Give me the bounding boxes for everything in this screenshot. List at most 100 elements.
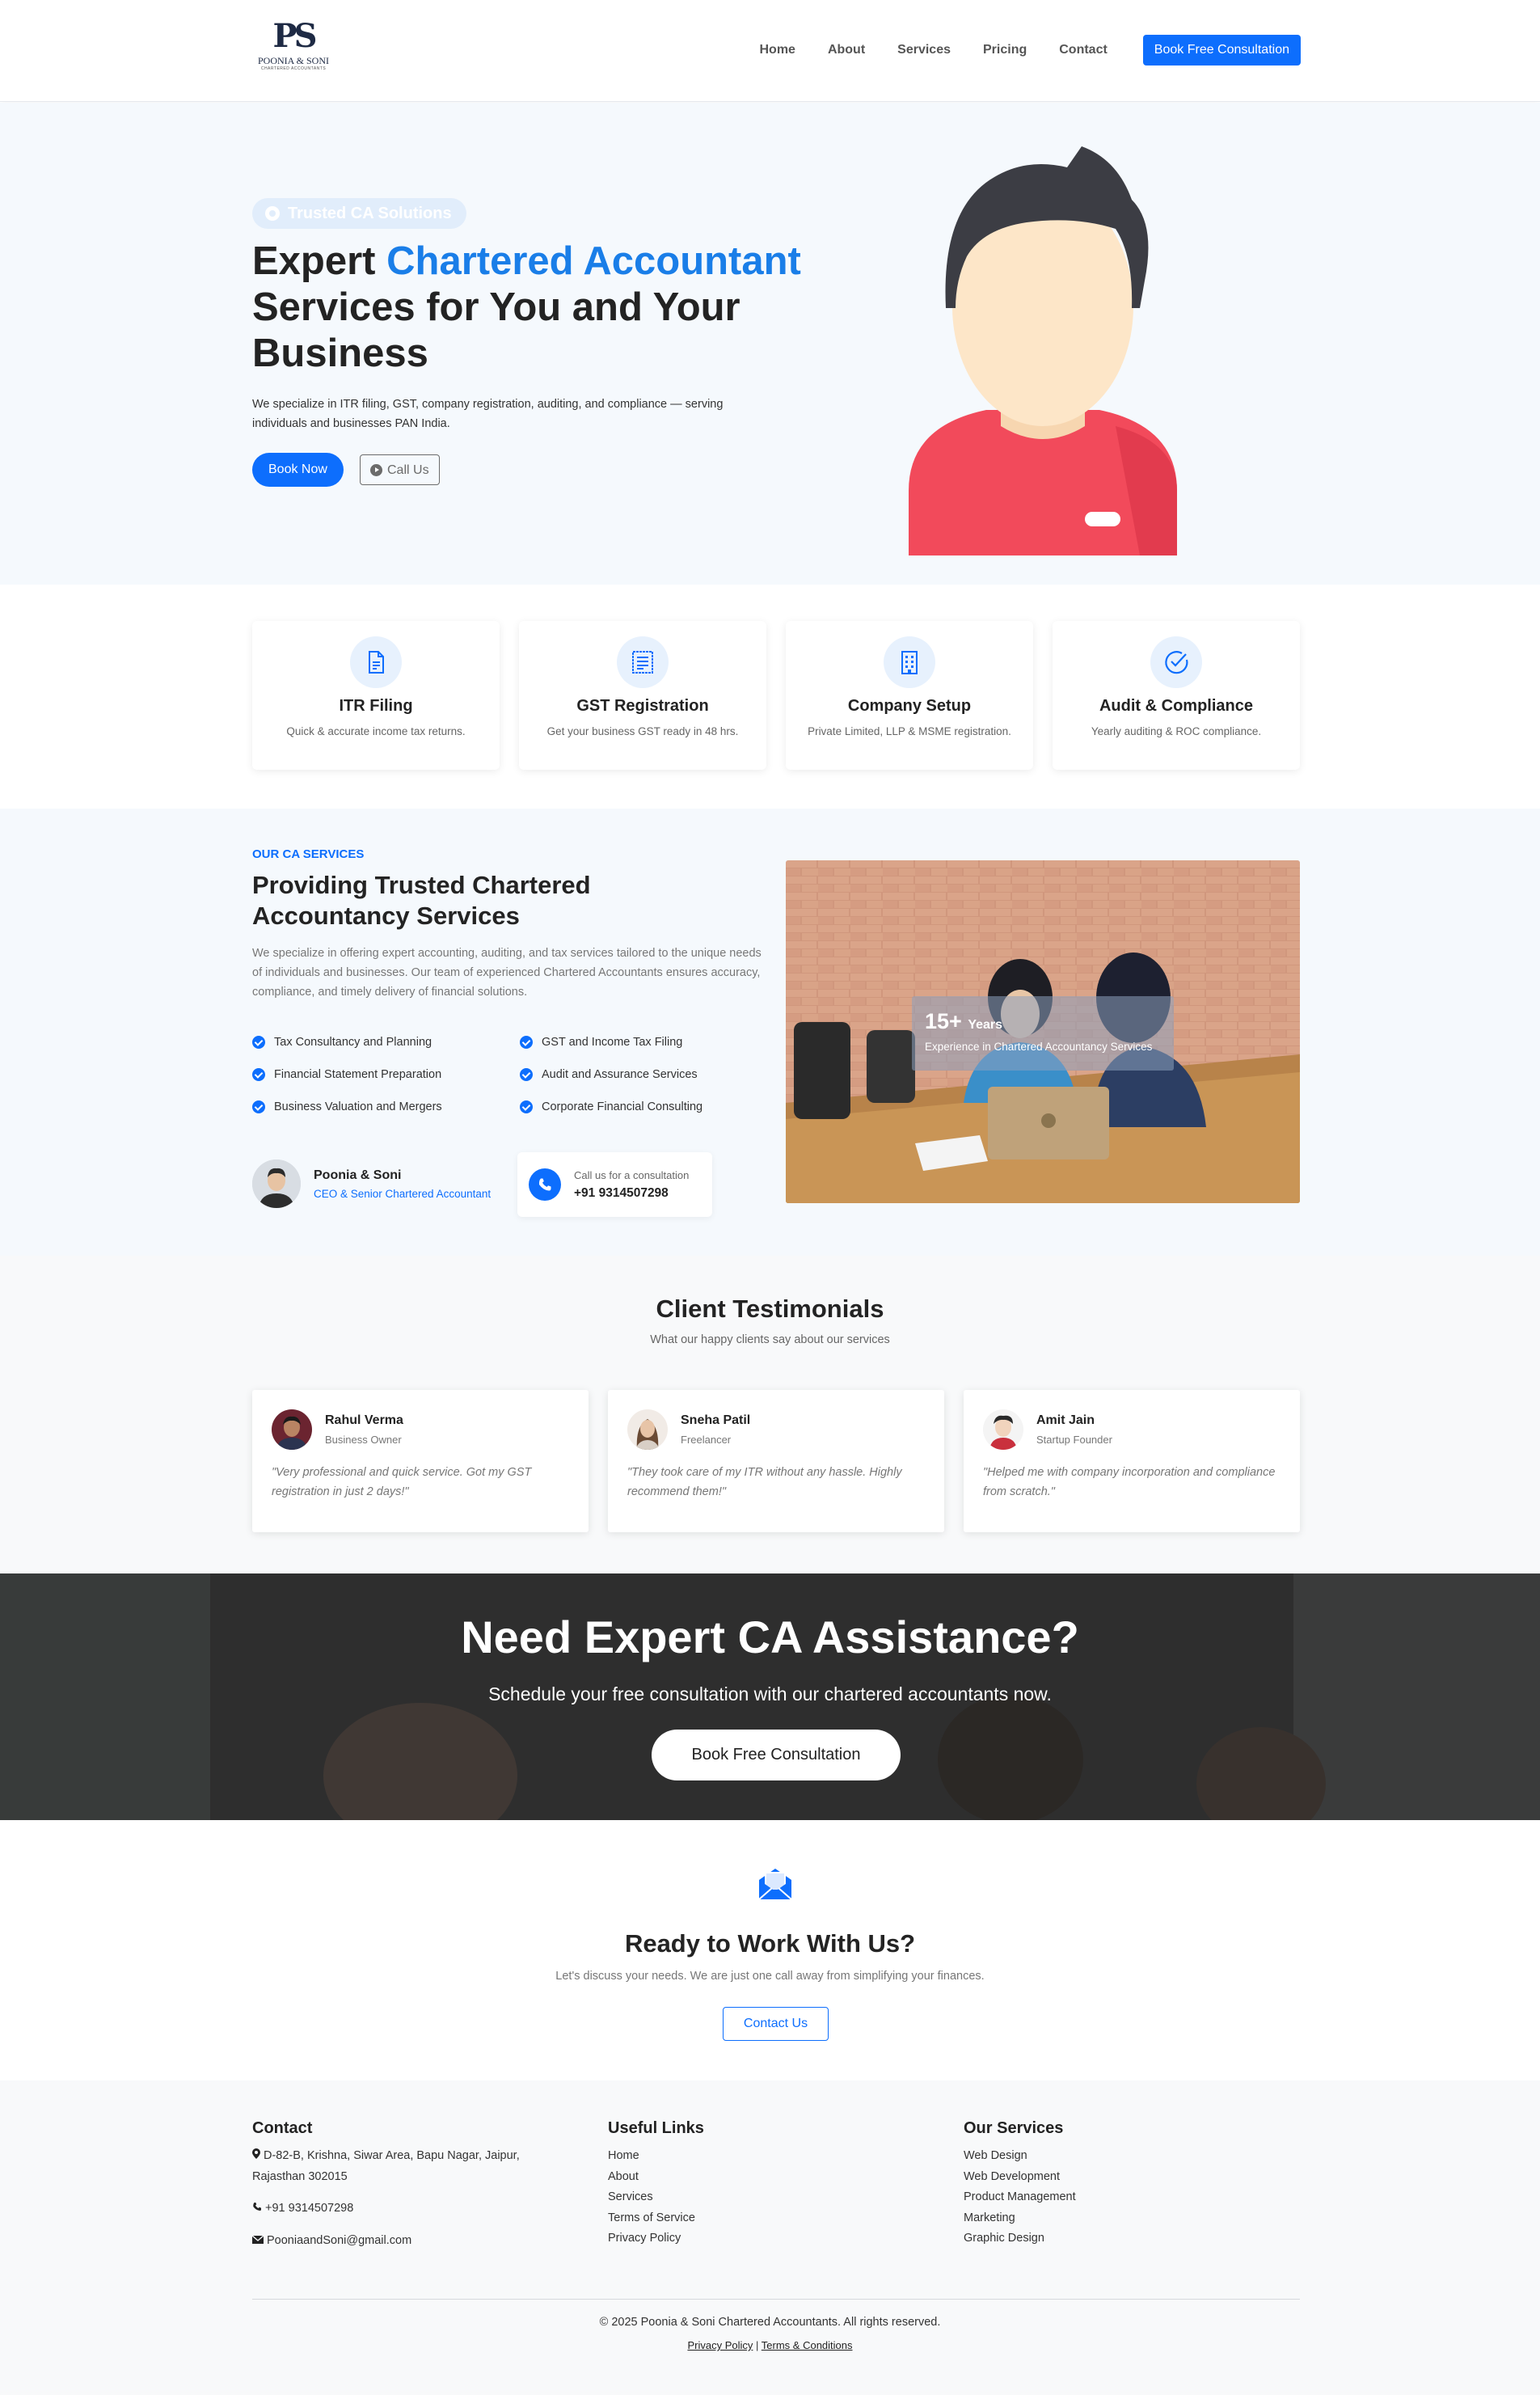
hero-title-highlight: Chartered Accountant <box>386 239 801 283</box>
footer-contact-column: Contact D-82-B, Krishna, Siwar Area, Bap… <box>251 2119 592 2252</box>
hero-title-part2: Services for You and Your Business <box>252 285 740 375</box>
hero-title: Expert Chartered Accountant Services for… <box>252 239 818 377</box>
cta-section: Need Expert CA Assistance? Schedule your… <box>0 1573 1540 1820</box>
testimonials-subtitle: What our happy clients say about our ser… <box>650 1333 890 1346</box>
testimonial-quote: "They took care of my ITR without any ha… <box>627 1466 902 1498</box>
hero-title-part1: Expert <box>252 239 387 283</box>
logo-subtitle: CHARTERED ACCOUNTANTS <box>260 66 327 71</box>
hero-badge: Trusted CA Solutions <box>252 198 466 229</box>
services-description: We specialize in offering expert account… <box>252 947 762 999</box>
footer-legal-separator: | <box>756 2339 759 2351</box>
book-now-button[interactable]: Book Now <box>252 453 344 487</box>
experience-value: 15+ <box>925 1009 962 1033</box>
services-list: Tax Consultancy and Planning GST and Inc… <box>252 1035 786 1114</box>
service-item-label: Tax Consultancy and Planning <box>274 1036 432 1049</box>
footer-service-product-management[interactable]: Product Management <box>964 2187 1303 2208</box>
footer-email-text: PooniaandSoni@gmail.com <box>267 2233 412 2247</box>
call-box[interactable]: Call us for a consultation +91 931450729… <box>517 1152 712 1217</box>
service-item: Tax Consultancy and Planning <box>252 1035 520 1050</box>
footer-phone[interactable]: +91 9314507298 <box>252 2199 592 2220</box>
footer-link-privacy[interactable]: Privacy Policy <box>608 2228 947 2249</box>
testimonial-quote: "Helped me with company incorporation an… <box>983 1466 1276 1498</box>
service-item: Business Valuation and Mergers <box>252 1100 520 1114</box>
feature-desc: Quick & accurate income tax returns. <box>286 725 466 737</box>
call-label: Call us for a consultation <box>574 1168 690 1181</box>
feature-title: GST Registration <box>576 697 709 715</box>
nav-link-about[interactable]: About <box>828 35 865 65</box>
services-tag: OUR CA SERVICES <box>252 847 365 861</box>
testimonial-header: Sneha Patil Freelancer <box>627 1409 925 1450</box>
features-section: ITR Filing Quick & accurate income tax r… <box>0 585 1540 809</box>
testimonial-card: Amit Jain Startup Founder "Helped me wit… <box>964 1390 1300 1532</box>
footer-phone-text: +91 9314507298 <box>265 2202 354 2215</box>
testimonial-card: Sneha Patil Freelancer "They took care o… <box>608 1390 944 1532</box>
check-circle-icon <box>252 1100 265 1113</box>
footer-service-web-design[interactable]: Web Design <box>964 2146 1303 2167</box>
ceo-role: CEO & Senior Chartered Accountant <box>314 1187 492 1200</box>
hero-badge-label: Trusted CA Solutions <box>288 205 452 222</box>
brand-logo[interactable]: PS POONIA & SONI CHARTERED ACCOUNTANTS <box>257 18 330 82</box>
avatar-illustration <box>909 146 1177 555</box>
ceo-profile: Poonia & Soni CEO & Senior Chartered Acc… <box>252 1159 491 1208</box>
service-item-label: Corporate Financial Consulting <box>542 1100 703 1113</box>
map-pin-icon <box>252 2146 260 2167</box>
footer-link-home[interactable]: Home <box>608 2146 947 2167</box>
nav-book-consultation-button[interactable]: Book Free Consultation <box>1142 35 1301 65</box>
footer-link-services[interactable]: Services <box>608 2187 947 2208</box>
nav-link-services[interactable]: Services <box>897 35 951 65</box>
phone-icon <box>252 2199 262 2220</box>
ceo-avatar <box>252 1159 301 1208</box>
building-icon <box>884 636 935 688</box>
footer-link-terms[interactable]: Terms of Service <box>608 2208 947 2229</box>
feature-card-company[interactable]: Company Setup Private Limited, LLP & MSM… <box>786 621 1033 770</box>
feature-card-itr[interactable]: ITR Filing Quick & accurate income tax r… <box>252 621 500 770</box>
testimonial-header: Rahul Verma Business Owner <box>272 1409 569 1450</box>
testimonial-role: Startup Founder <box>1036 1434 1112 1446</box>
ready-title: Ready to Work With Us? <box>624 1929 916 1958</box>
testimonial-avatar <box>627 1409 668 1450</box>
footer-service-web-development[interactable]: Web Development <box>964 2167 1303 2188</box>
check-circle-icon <box>520 1100 533 1113</box>
testimonial-meta: Sneha Patil Freelancer <box>681 1413 750 1446</box>
footer-address: D-82-B, Krishna, Siwar Area, Bapu Nagar,… <box>252 2146 551 2187</box>
check-circle-icon <box>252 1068 265 1081</box>
footer-link-about[interactable]: About <box>608 2167 947 2188</box>
footer-service-graphic-design[interactable]: Graphic Design <box>964 2228 1303 2249</box>
testimonial-avatar <box>983 1409 1023 1450</box>
envelope-open-icon <box>758 1869 792 1900</box>
footer-privacy-link[interactable]: Privacy Policy <box>687 2339 753 2351</box>
footer-service-marketing[interactable]: Marketing <box>964 2208 1303 2229</box>
cta-book-consultation-button[interactable]: Book Free Consultation <box>652 1730 901 1780</box>
envelope-icon <box>251 2231 264 2252</box>
service-item-label: Financial Statement Preparation <box>274 1068 442 1081</box>
check-circle-icon <box>520 1036 533 1049</box>
testimonial-name: Sneha Patil <box>681 1413 751 1427</box>
nav-links: Home About Services Pricing Contact Book… <box>760 35 1301 65</box>
contact-us-button[interactable]: Contact Us <box>723 2007 829 2041</box>
call-us-button[interactable]: Call Us <box>360 454 440 485</box>
nav-link-pricing[interactable]: Pricing <box>983 35 1027 65</box>
service-item: Audit and Assurance Services <box>520 1067 787 1082</box>
experience-card: 15+ Years Experience in Chartered Accoun… <box>912 996 1174 1071</box>
footer-services-title: Our Services <box>964 2119 1064 2137</box>
service-item: Financial Statement Preparation <box>252 1067 520 1082</box>
feature-card-gst[interactable]: GST Registration Get your business GST r… <box>519 621 766 770</box>
receipt-icon <box>617 636 669 688</box>
service-item-label: Audit and Assurance Services <box>542 1068 698 1081</box>
ceo-text: Poonia & Soni CEO & Senior Chartered Acc… <box>314 1168 491 1200</box>
phone-icon <box>529 1168 561 1201</box>
testimonial-name: Amit Jain <box>1036 1413 1095 1427</box>
testimonial-avatar <box>272 1409 312 1450</box>
service-item-label: GST and Income Tax Filing <box>542 1036 683 1049</box>
document-icon <box>350 636 402 688</box>
nav-link-home[interactable]: Home <box>760 35 795 65</box>
testimonial-meta: Rahul Verma Business Owner <box>325 1413 403 1446</box>
footer-terms-link[interactable]: Terms & Conditions <box>762 2339 853 2351</box>
cta-title: Need Expert CA Assistance? <box>461 1611 1079 1662</box>
services-title: Providing Trusted Chartered Accountancy … <box>252 871 591 930</box>
footer-email[interactable]: PooniaandSoni@gmail.com <box>251 2231 592 2252</box>
footer-services-column: Our Services Web Design Web Development … <box>964 2119 1303 2249</box>
feature-card-audit[interactable]: Audit & Compliance Yearly auditing & ROC… <box>1053 621 1300 770</box>
nav-link-contact[interactable]: Contact <box>1059 35 1108 65</box>
testimonial-role: Freelancer <box>681 1434 732 1446</box>
